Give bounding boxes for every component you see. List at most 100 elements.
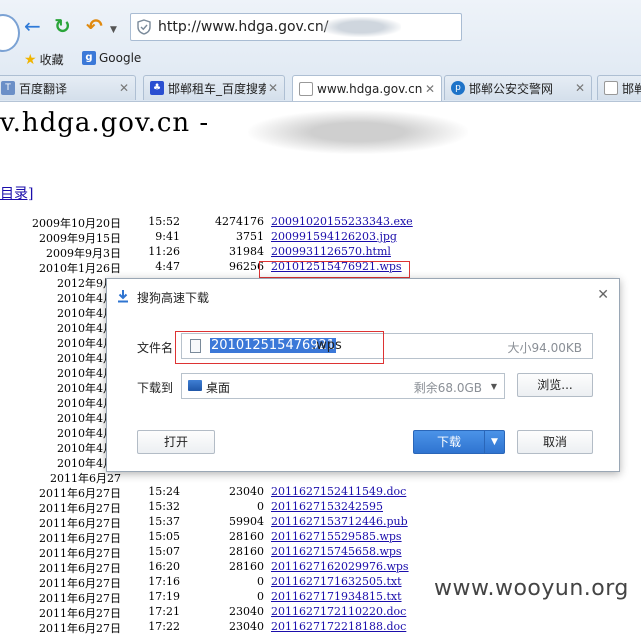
tab-traffic-police[interactable]: p 邯郸公安交警网 ✕	[444, 75, 592, 100]
refresh-icon[interactable]: ↻	[54, 16, 71, 36]
page-icon	[299, 81, 313, 96]
file-size: 大小94.00KB	[507, 341, 582, 355]
page-icon	[604, 81, 618, 95]
desktop-icon	[188, 380, 202, 391]
undo-icon[interactable]: ↶	[86, 16, 103, 36]
free-space: 剩余68.0GB	[413, 381, 482, 395]
file-size: 31984	[229, 245, 264, 258]
close-icon[interactable]: ✕	[573, 81, 587, 95]
file-time: 17:19	[148, 590, 180, 603]
file-link[interactable]: 2011627172218188.doc	[271, 620, 406, 633]
translate-icon: T	[1, 81, 15, 95]
url-text[interactable]: http://www.hdga.gov.cn/	[158, 19, 328, 35]
file-size: 0	[257, 590, 264, 603]
file-link[interactable]: 201162717163250​5.txt	[271, 575, 402, 588]
download-options-button[interactable]: ▼	[484, 430, 505, 454]
file-time: 17:21	[148, 605, 180, 618]
tab-baidu-translate[interactable]: T 百度翻译 ✕	[0, 75, 136, 100]
police-icon: p	[451, 81, 465, 95]
file-link[interactable]: 201162715745658.wps	[271, 545, 402, 558]
download-button[interactable]: 下载	[413, 430, 485, 454]
tab-baidu-search[interactable]: ♣ 邯郸租车_百度搜索 ✕	[143, 75, 285, 100]
listing-row: 2011年6月27日 15:32 0 201162715324259​5	[0, 500, 641, 515]
tab-handan[interactable]: 邯郸	[597, 75, 641, 100]
browser-logo-icon[interactable]	[0, 14, 20, 52]
file-time: 17:22	[148, 620, 180, 633]
bookmark-label: 收藏	[39, 53, 64, 67]
close-icon[interactable]: ✕	[423, 82, 437, 96]
file-size: 0	[257, 575, 264, 588]
listing-row: 2011年6月27日 15:07 28160 201162715745658.wps	[0, 545, 641, 560]
shield-icon	[137, 19, 151, 35]
tab-label: 百度翻译	[19, 81, 68, 96]
file-date: 2010年1月26日	[39, 262, 121, 275]
file-date: 2009年10月20日	[32, 217, 121, 230]
tab-label: 邯郸	[622, 81, 641, 96]
open-button[interactable]: 打开	[137, 430, 215, 454]
bookmark-google[interactable]: g Google	[82, 51, 141, 65]
file-date: 2011年6月27日	[39, 547, 121, 560]
highlight-box	[259, 261, 410, 278]
file-size: 28160	[229, 530, 264, 543]
file-date: 2011年6月27日	[39, 517, 121, 530]
download-icon	[118, 290, 128, 303]
address-bar[interactable]: http://www.hdga.gov.cn/	[130, 13, 462, 41]
bookmark-favorites[interactable]: ★ 收藏	[24, 51, 64, 68]
listing-row: 2009年10月20日 15:52 4274176 20091020155233343…	[0, 215, 641, 230]
file-date: 2011年6月27日	[39, 577, 121, 590]
listing-row: 2011年6月27	[0, 470, 641, 485]
file-time: 15:52	[148, 215, 180, 228]
file-date: 2011年6月27日	[39, 622, 121, 635]
tab-label: 邯郸公安交警网	[469, 81, 554, 96]
highlight-box	[175, 331, 384, 364]
file-size: 28160	[229, 545, 264, 558]
file-time: 4:47	[155, 260, 180, 273]
download-dialog: 搜狗高速下载 ✕ 文件名 201012515476921 .wps 大小94.0…	[106, 278, 620, 472]
file-link[interactable]: 2009931126570.html	[271, 245, 391, 258]
file-link[interactable]: 2011627152411549.doc	[271, 485, 406, 498]
close-icon[interactable]: ✕	[266, 81, 280, 95]
chevron-down-icon[interactable]: ▼	[491, 382, 497, 391]
browser-chrome: ← ↻ ↶ ▼ http://www.hdga.gov.cn/ ★ 收藏 g G…	[0, 0, 641, 102]
close-icon[interactable]: ✕	[117, 81, 131, 95]
tab-label: www.hdga.gov.cn	[317, 81, 423, 96]
parent-directory-link[interactable]: 目录]	[0, 183, 33, 203]
file-size: 23040	[229, 485, 264, 498]
file-link[interactable]: 201162715324259​5	[271, 500, 383, 513]
file-link[interactable]: 200991594126203.jpg	[271, 230, 397, 243]
file-link[interactable]: 2011627162029976.wps	[271, 560, 409, 573]
redacted-blur	[321, 17, 401, 37]
file-size: 23040	[229, 605, 264, 618]
file-link[interactable]: 201162715529585.wps	[271, 530, 402, 543]
tab-strip: T 百度翻译 ✕ ♣ 邯郸租车_百度搜索 ✕ www.hdga.gov.cn ✕…	[0, 75, 641, 101]
file-date: 2011年6月27日	[39, 502, 121, 515]
file-date: 2011年6月27日	[39, 562, 121, 575]
close-icon[interactable]: ✕	[597, 287, 609, 303]
file-link[interactable]: 2011627172110220.doc	[271, 605, 406, 618]
star-icon: ★	[24, 51, 37, 68]
dialog-title: 搜狗高速下载	[137, 291, 210, 305]
tab-hdga[interactable]: www.hdga.gov.cn ✕	[292, 75, 442, 101]
file-time: 16:20	[148, 560, 180, 573]
file-link[interactable]: 201162717193481​5.txt	[271, 590, 402, 603]
saveto-dropdown[interactable]: 桌面 剩余68.0GB ▼	[181, 373, 505, 399]
file-link[interactable]: 2011627153712446.pub	[271, 515, 408, 528]
file-size: 4274176	[215, 215, 264, 228]
file-time: 9:41	[155, 230, 180, 243]
file-size: 3751	[236, 230, 264, 243]
file-link[interactable]: 20091020155233343.exe	[271, 215, 413, 228]
file-size: 23040	[229, 620, 264, 633]
chevron-down-icon[interactable]: ▼	[110, 20, 117, 40]
filename-label: 文件名	[137, 341, 174, 355]
file-size: 28160	[229, 560, 264, 573]
file-time: 17:16	[148, 575, 180, 588]
listing-row: 2011年6月27日 15:24 23040 2011627152411549.doc	[0, 485, 641, 500]
back-arrow-icon[interactable]: ←	[24, 16, 41, 36]
google-icon: g	[82, 51, 96, 65]
saveto-label: 下载到	[137, 381, 174, 395]
browse-button[interactable]: 浏览...	[517, 373, 593, 397]
file-date: 2011年6月27	[50, 472, 121, 485]
file-time: 15:32	[148, 500, 180, 513]
file-date: 2011年6月27日	[39, 607, 121, 620]
cancel-button[interactable]: 取消	[517, 430, 593, 454]
